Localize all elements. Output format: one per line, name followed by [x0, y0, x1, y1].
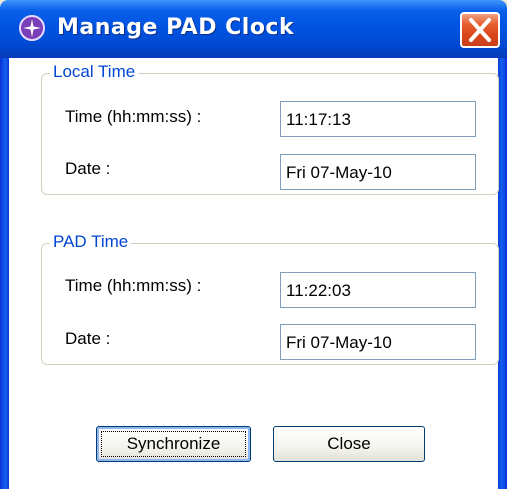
focus-indicator: [101, 431, 246, 457]
pad-date-label: Date :: [65, 329, 111, 348]
pad-time-group-label: PAD Time: [50, 232, 132, 252]
close-button-label: Close: [327, 434, 371, 453]
synchronize-button[interactable]: Synchronize: [96, 426, 251, 462]
window-frame-left: [0, 58, 9, 489]
local-time-field[interactable]: 11:17:13: [280, 101, 476, 137]
local-time-label: Time (hh:mm:ss) :: [65, 107, 202, 126]
close-button[interactable]: Close: [273, 426, 425, 462]
manage-pad-clock-window: Manage PAD Clock Local Time Time (hh:mm:…: [0, 0, 507, 489]
local-date-field[interactable]: Fri 07-May-10: [280, 154, 476, 190]
title-bar[interactable]: Manage PAD Clock: [0, 0, 507, 58]
local-time-group-label: Local Time: [50, 62, 139, 82]
close-window-button[interactable]: [460, 12, 500, 48]
pad-time-field[interactable]: 11:22:03: [280, 272, 476, 308]
window-frame-right: [498, 58, 507, 489]
local-date-label: Date :: [65, 159, 111, 178]
clock-app-icon: [19, 15, 45, 41]
pad-time-group: PAD Time Time (hh:mm:ss) : 11:22:03 Date…: [41, 232, 499, 365]
close-x-icon: [469, 18, 491, 42]
local-time-group: Local Time Time (hh:mm:ss) : 11:17:13 Da…: [41, 62, 499, 195]
window-title: Manage PAD Clock: [57, 15, 295, 40]
pad-date-field[interactable]: Fri 07-May-10: [280, 324, 476, 360]
pad-time-label: Time (hh:mm:ss) :: [65, 276, 202, 295]
dialog-body: Local Time Time (hh:mm:ss) : 11:17:13 Da…: [9, 58, 499, 489]
